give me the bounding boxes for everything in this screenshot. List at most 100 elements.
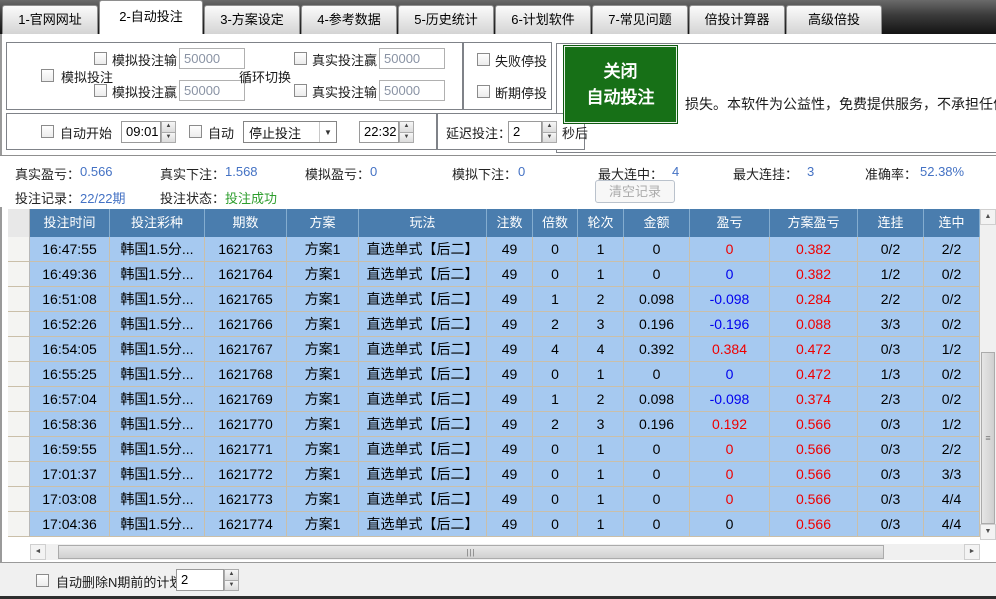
header-profit[interactable]: 盈亏 xyxy=(690,209,770,237)
header-streak-win[interactable]: 连中 xyxy=(924,209,980,237)
spin-up-icon[interactable]: ▲ xyxy=(542,121,557,133)
clear-records-button[interactable]: 清空记录 xyxy=(595,180,675,203)
table-row[interactable]: 16:55:25韩国1.5分...1621768方案1直选单式【后二】49010… xyxy=(8,362,996,387)
stop-time-input[interactable]: 22:32 xyxy=(359,121,399,143)
cell-issue: 1621767 xyxy=(205,337,287,362)
real-win-label: 真实投注赢 xyxy=(312,50,377,69)
tab-6[interactable]: 6-计划软件 xyxy=(495,5,591,34)
real-lose-checkbox[interactable] xyxy=(294,84,307,97)
header-multiplier[interactable]: 倍数 xyxy=(533,209,578,237)
spin-down-icon[interactable]: ▼ xyxy=(542,133,557,144)
cell-amount: 0 xyxy=(624,487,690,512)
table-row[interactable]: 16:49:36韩国1.5分...1621764方案1直选单式【后二】49010… xyxy=(8,262,996,287)
start-time-spinner[interactable]: ▲▼ xyxy=(161,121,176,143)
real-lose-input[interactable]: 50000 xyxy=(379,80,445,101)
scroll-down-icon[interactable]: ▼ xyxy=(980,524,996,540)
tab-4[interactable]: 4-参考数据 xyxy=(301,5,397,34)
tab-3[interactable]: 3-方案设定 xyxy=(204,5,300,34)
row-gutter xyxy=(8,337,30,362)
table-row[interactable]: 17:03:08韩国1.5分...1621773方案1直选单式【后二】49010… xyxy=(8,487,996,512)
auto-start-checkbox[interactable] xyxy=(41,125,54,138)
sim-lose-checkbox[interactable] xyxy=(94,52,107,65)
header-issue[interactable]: 期数 xyxy=(205,209,287,237)
vertical-scroll-thumb[interactable]: ≡ xyxy=(981,352,995,524)
header-plan[interactable]: 方案 xyxy=(287,209,359,237)
header-streak-lose[interactable]: 连挂 xyxy=(858,209,924,237)
sim-profit-label: 模拟盈亏： xyxy=(305,164,370,183)
horizontal-scroll-thumb[interactable]: ||| xyxy=(58,545,884,559)
spin-up-icon[interactable]: ▲ xyxy=(399,121,414,133)
close-auto-bet-button[interactable]: 关闭 自动投注 xyxy=(563,45,678,124)
break-stop-checkbox[interactable] xyxy=(477,85,490,98)
tab-8[interactable]: 倍投计算器 xyxy=(689,5,785,34)
tab-2[interactable]: 2-自动投注 xyxy=(99,0,203,34)
horizontal-scrollbar[interactable]: ◄ ||| ► xyxy=(30,544,980,560)
header-amount[interactable]: 金额 xyxy=(624,209,690,237)
header-bets[interactable]: 注数 xyxy=(487,209,533,237)
sim-lose-input[interactable]: 50000 xyxy=(179,48,245,69)
spin-down-icon[interactable]: ▼ xyxy=(399,133,414,144)
cell-lottery: 韩国1.5分... xyxy=(110,437,205,462)
tab-1[interactable]: 1-官网网址 xyxy=(2,5,98,34)
auto-delete-input[interactable]: 2 xyxy=(176,569,224,591)
spin-down-icon[interactable]: ▼ xyxy=(161,133,176,144)
header-lottery[interactable]: 投注彩种 xyxy=(110,209,205,237)
header-play[interactable]: 玩法 xyxy=(359,209,487,237)
stop-time-spinner[interactable]: ▲▼ xyxy=(399,121,414,143)
cell-round: 1 xyxy=(578,512,624,537)
vertical-scrollbar[interactable]: ▲ ≡ ▼ xyxy=(980,209,996,540)
bet-records-table: 投注时间投注彩种期数方案玩法注数倍数轮次金额盈亏方案盈亏连挂连中 16:47:5… xyxy=(8,209,996,537)
header-round[interactable]: 轮次 xyxy=(578,209,624,237)
table-row[interactable]: 16:54:05韩国1.5分...1621767方案1直选单式【后二】49440… xyxy=(8,337,996,362)
record-value: 22/22期 xyxy=(80,188,126,207)
table-row[interactable]: 17:04:36韩国1.5分...1621774方案1直选单式【后二】49010… xyxy=(8,512,996,537)
stop-action-select[interactable]: 停止投注 ▼ xyxy=(243,121,337,143)
cell-streak-win: 2/2 xyxy=(924,237,980,262)
start-time-input[interactable]: 09:01 xyxy=(121,121,161,143)
table-row[interactable]: 16:52:26韩国1.5分...1621766方案1直选单式【后二】49230… xyxy=(8,312,996,337)
table-row[interactable]: 16:59:55韩国1.5分...1621771方案1直选单式【后二】49010… xyxy=(8,437,996,462)
delay-input[interactable]: 2 xyxy=(508,121,542,143)
auto-delete-spinner[interactable]: ▲▼ xyxy=(224,569,239,591)
cell-profit: -0.098 xyxy=(690,387,770,412)
tab-7[interactable]: 7-常见问题 xyxy=(592,5,688,34)
table-row[interactable]: 16:58:36韩国1.5分...1621770方案1直选单式【后二】49230… xyxy=(8,412,996,437)
row-gutter xyxy=(8,512,30,537)
spin-up-icon[interactable]: ▲ xyxy=(161,121,176,133)
header-time[interactable]: 投注时间 xyxy=(30,209,110,237)
spin-down-icon[interactable]: ▼ xyxy=(224,581,239,592)
spin-up-icon[interactable]: ▲ xyxy=(224,569,239,581)
cell-streak-lose: 0/3 xyxy=(858,462,924,487)
fail-stop-checkbox[interactable] xyxy=(477,53,490,66)
row-gutter xyxy=(8,462,30,487)
cell-round: 1 xyxy=(578,462,624,487)
cell-bets: 49 xyxy=(487,437,533,462)
sim-win-input[interactable]: 50000 xyxy=(179,80,245,101)
real-win-checkbox[interactable] xyxy=(294,52,307,65)
header-plan-profit[interactable]: 方案盈亏 xyxy=(770,209,858,237)
sim-bet-checkbox[interactable] xyxy=(41,69,54,82)
row-gutter xyxy=(8,487,30,512)
cell-bets: 49 xyxy=(487,462,533,487)
delay-spinner[interactable]: ▲▼ xyxy=(542,121,557,143)
cell-play: 直选单式【后二】 xyxy=(359,287,487,312)
cell-multiplier: 0 xyxy=(533,237,578,262)
auto-delete-checkbox[interactable] xyxy=(36,574,49,587)
scroll-up-icon[interactable]: ▲ xyxy=(980,209,996,225)
cell-amount: 0 xyxy=(624,462,690,487)
cell-profit: 0 xyxy=(690,262,770,287)
sim-win-checkbox[interactable] xyxy=(94,84,107,97)
real-win-input[interactable]: 50000 xyxy=(379,48,445,69)
scroll-right-icon[interactable]: ► xyxy=(964,544,980,560)
scroll-left-icon[interactable]: ◄ xyxy=(30,544,46,560)
cell-time: 16:55:25 xyxy=(30,362,110,387)
tab-9[interactable]: 高级倍投 xyxy=(786,5,882,34)
table-row[interactable]: 16:57:04韩国1.5分...1621769方案1直选单式【后二】49120… xyxy=(8,387,996,412)
cell-streak-win: 4/4 xyxy=(924,487,980,512)
cell-streak-win: 2/2 xyxy=(924,437,980,462)
table-row[interactable]: 16:47:55韩国1.5分...1621763方案1直选单式【后二】49010… xyxy=(8,237,996,262)
tab-5[interactable]: 5-历史统计 xyxy=(398,5,494,34)
auto-checkbox[interactable] xyxy=(189,125,202,138)
table-row[interactable]: 16:51:08韩国1.5分...1621765方案1直选单式【后二】49120… xyxy=(8,287,996,312)
table-row[interactable]: 17:01:37韩国1.5分...1621772方案1直选单式【后二】49010… xyxy=(8,462,996,487)
